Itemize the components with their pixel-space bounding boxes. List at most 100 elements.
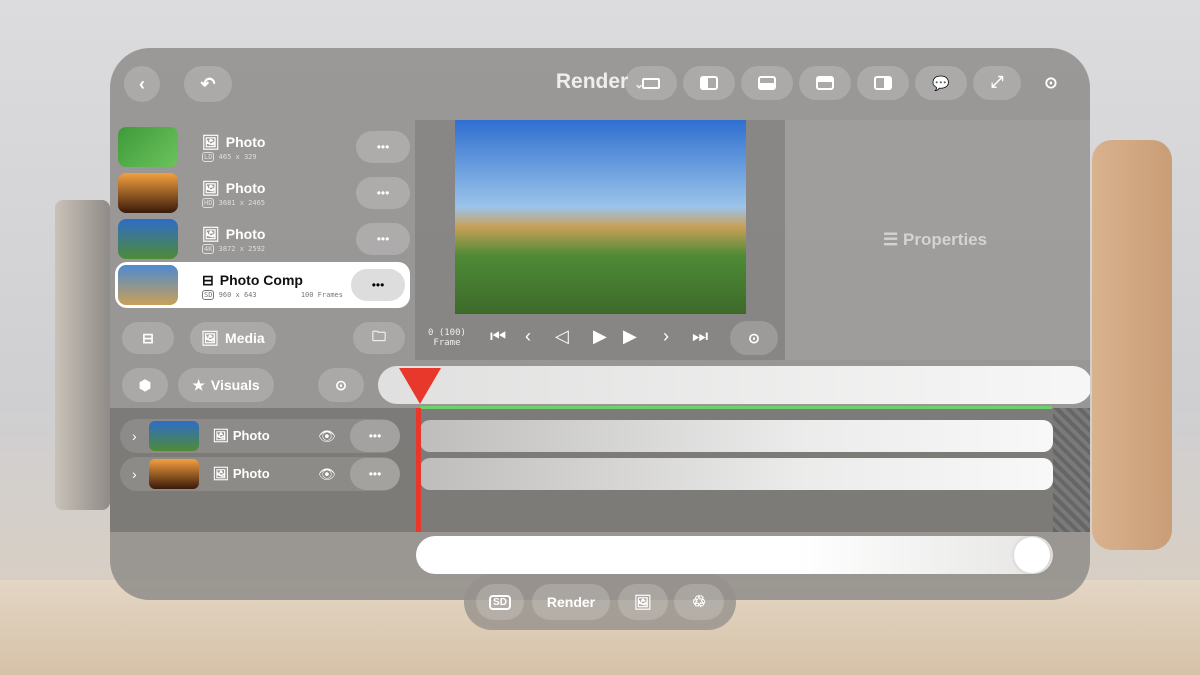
- chevron-right-icon[interactable]: ›: [132, 428, 137, 444]
- layout-bottom-button[interactable]: [741, 66, 793, 100]
- list-item[interactable]: 🖼Photo 4K 3872 x 2592 •••: [115, 217, 410, 261]
- previous-icon[interactable]: ‹: [525, 326, 531, 347]
- track-clip[interactable]: [420, 458, 1053, 490]
- item-more-button[interactable]: •••: [356, 223, 410, 255]
- sd-badge: SD: [489, 595, 511, 610]
- expand-button[interactable]: ⤢: [973, 66, 1021, 100]
- play-icon[interactable]: ▶: [593, 326, 607, 347]
- track-row[interactable]: › 🖼 Photo 👁 •••: [120, 457, 400, 491]
- photo-icon: 🖼: [202, 226, 220, 243]
- layout-right-button[interactable]: [857, 66, 909, 100]
- layout-left-button[interactable]: [683, 66, 735, 100]
- playhead-line: [416, 408, 421, 532]
- timeline-scrubber[interactable]: [378, 366, 1090, 404]
- page-title: Render: [556, 70, 628, 93]
- step-forward-icon[interactable]: ▶: [623, 326, 637, 347]
- undo-button[interactable]: ↶: [184, 66, 232, 102]
- recycle-button[interactable]: ♲: [674, 584, 724, 620]
- item-title: Photo: [226, 180, 266, 196]
- frame-readout: 0 (100)Frame: [428, 328, 466, 348]
- panel-top-icon: [816, 76, 834, 90]
- skip-to-end-icon[interactable]: ⏭: [692, 326, 708, 347]
- photo-icon: 🖼: [202, 134, 220, 151]
- track-more-button[interactable]: •••: [350, 420, 400, 452]
- player-more-button[interactable]: ⊙: [730, 321, 778, 355]
- render-menu[interactable]: Render ⌄: [490, 70, 710, 94]
- photo-icon: 🖼: [202, 180, 220, 197]
- more-button[interactable]: ⊙: [1036, 68, 1066, 98]
- folder-button[interactable]: 🗀: [353, 322, 405, 354]
- zoom-slider-thumb[interactable]: [1014, 537, 1050, 573]
- panorama-button[interactable]: [625, 66, 677, 100]
- eye-icon[interactable]: 👁: [318, 428, 336, 445]
- list-item-selected[interactable]: ⊟Photo Comp SD 960 x 643 100 Frames •••: [115, 262, 410, 308]
- step-back-icon[interactable]: ◁: [555, 326, 569, 347]
- visuals-label: Visuals: [211, 377, 260, 393]
- ellipsis-circle-icon: ⊙: [335, 377, 347, 394]
- recycle-icon: ♲: [692, 592, 706, 612]
- properties-placeholder: ☰ Properties: [883, 230, 987, 250]
- frame-label: Frame: [428, 338, 466, 348]
- thumbnail: [118, 219, 178, 259]
- list-item[interactable]: 🖼 Photo HD 3681 x 2465 •••: [115, 171, 410, 215]
- frame-value: 0 (100): [428, 328, 466, 338]
- photo-icon: 🖼: [213, 428, 230, 443]
- track-title: 🖼 Photo: [213, 466, 270, 482]
- track-label: Photo: [233, 466, 270, 481]
- eye-icon[interactable]: 👁: [318, 466, 336, 483]
- media-label: Media: [225, 330, 265, 346]
- list-item[interactable]: 🖼Photo LD 465 x 329 •••: [115, 125, 410, 169]
- render-button[interactable]: Render: [532, 584, 610, 620]
- ellipsis-circle-icon: ⊙: [1044, 73, 1057, 93]
- app-window: ‹ ↶ Render ⌄ 💬 ⤢ ⊙ 🖼Photo LD 465 x 329 •…: [110, 48, 1090, 600]
- zoom-slider[interactable]: [416, 536, 1053, 574]
- item-more-button[interactable]: •••: [356, 131, 410, 163]
- playhead-marker[interactable]: [399, 368, 441, 404]
- frame-count: 100 Frames: [301, 291, 343, 299]
- thumbnail: [149, 421, 199, 451]
- photo-icon: 🖼: [201, 330, 219, 347]
- thumbnail: [118, 265, 178, 305]
- track-row[interactable]: › 🖼 Photo 👁 •••: [120, 419, 400, 453]
- back-button[interactable]: ‹: [124, 66, 160, 102]
- composition-button[interactable]: ⊟: [122, 322, 174, 354]
- image-button[interactable]: 🖼: [618, 584, 668, 620]
- track-clip[interactable]: [420, 420, 1053, 452]
- cube-button[interactable]: ⬢: [122, 368, 168, 402]
- media-button[interactable]: 🖼 Media: [190, 322, 276, 354]
- item-more-button[interactable]: •••: [356, 177, 410, 209]
- star-icon: ★: [192, 377, 205, 394]
- layout-top-button[interactable]: [799, 66, 851, 100]
- preview-image: [455, 120, 746, 314]
- panel-bottom-icon: [758, 76, 776, 90]
- chevron-right-icon[interactable]: ›: [132, 466, 137, 482]
- quality-button[interactable]: SD: [476, 584, 524, 620]
- quality-badge: 4K: [202, 244, 214, 254]
- comment-icon: 💬: [932, 75, 949, 92]
- photo-icon: 🖼: [634, 594, 652, 611]
- comment-button[interactable]: 💬: [915, 66, 967, 100]
- properties-label: Properties: [903, 230, 987, 249]
- visuals-button[interactable]: ★ Visuals: [178, 368, 274, 402]
- folder-icon: 🗀: [372, 326, 386, 350]
- panorama-icon: [642, 78, 660, 89]
- item-more-button[interactable]: •••: [351, 269, 405, 301]
- dimensions: 465 x 329: [219, 153, 257, 161]
- item-title: Photo: [226, 226, 266, 242]
- sidebar-right-icon: [874, 76, 892, 90]
- track-label: Photo: [233, 428, 270, 443]
- chevron-left-icon: ‹: [139, 74, 145, 95]
- sidebar-left-icon: [700, 76, 718, 90]
- next-icon[interactable]: ›: [663, 326, 669, 347]
- bottom-ornament: SD Render 🖼 ♲: [464, 574, 736, 630]
- background-sculpture-right: [1092, 140, 1172, 550]
- quality-badge: HD: [202, 198, 214, 208]
- cube-icon: ⬢: [139, 377, 151, 394]
- thumbnail: [118, 127, 178, 167]
- skip-to-start-icon[interactable]: ⏮: [490, 326, 506, 347]
- timeline-more-button[interactable]: ⊙: [318, 368, 364, 402]
- track-more-button[interactable]: •••: [350, 458, 400, 490]
- quality-badge: LD: [202, 152, 214, 162]
- ellipsis-circle-icon: ⊙: [748, 330, 760, 347]
- dimensions: 3681 x 2465: [219, 199, 265, 207]
